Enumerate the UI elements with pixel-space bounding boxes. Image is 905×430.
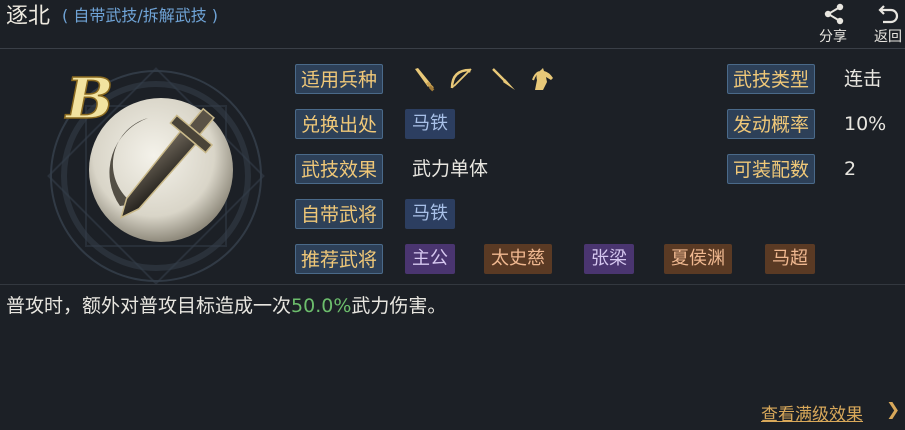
header-bar: 逐北 ( 自带武技/拆解武技 ) 分享 返回 [0,0,905,49]
desc-suffix: 武力伤害。 [351,295,447,317]
back-icon [878,5,899,24]
spear-icon [492,68,515,90]
skill-title: 逐北 [6,4,51,29]
grade-letter: B [64,66,113,132]
recommend-chip-4[interactable]: 夏侯渊 [664,244,732,274]
divider [0,284,905,285]
back-button[interactable]: 返回 [868,0,905,46]
bow-icon [450,68,472,89]
tag-source: 兑换出处 [295,109,384,139]
recommend-chip-5[interactable]: 马超 [765,244,815,274]
back-label: 返回 [874,29,902,45]
tag-own-general: 自带武将 [295,199,384,229]
view-max-level-link[interactable]: 查看满级效果 [761,400,863,425]
tag-trigger-rate: 发动概率 [727,109,816,139]
tag-skill-type: 武技类型 [727,64,816,94]
share-icon [824,3,844,25]
tag-effect: 武技效果 [295,154,384,184]
tag-equip-count: 可装配数 [727,154,816,184]
equip-count-value: 2 [844,158,857,180]
tag-recommend: 推荐武将 [295,244,384,274]
recommend-chip-1[interactable]: 主公 [405,244,455,274]
desc-highlight: 50.0% [291,295,352,317]
desc-prefix: 普攻时，额外对普攻目标造成一次 [6,295,292,317]
skill-description: 普攻时，额外对普攻目标造成一次50.0%武力伤害。 [6,291,446,318]
recommend-chip-3[interactable]: 张梁 [584,244,634,274]
source-general-chip[interactable]: 马铁 [405,109,455,139]
chevron-right-icon[interactable]: ❯ [886,400,900,420]
tag-unit-type: 适用兵种 [295,64,384,94]
recommend-chip-2[interactable]: 太史慈 [484,244,552,274]
skill-emblem: B [38,56,270,285]
effect-value: 武力单体 [412,158,489,180]
skill-type-value: 连击 [844,68,883,90]
horse-icon [532,68,553,90]
sword-icon [415,68,435,92]
share-label: 分享 [819,29,847,45]
emblem-art: B [47,65,265,285]
skill-subtitle: ( 自带武技/拆解武技 ) [62,6,219,25]
share-button[interactable]: 分享 [813,0,853,46]
trigger-rate-value: 10% [844,113,887,135]
own-general-chip[interactable]: 马铁 [405,199,455,229]
